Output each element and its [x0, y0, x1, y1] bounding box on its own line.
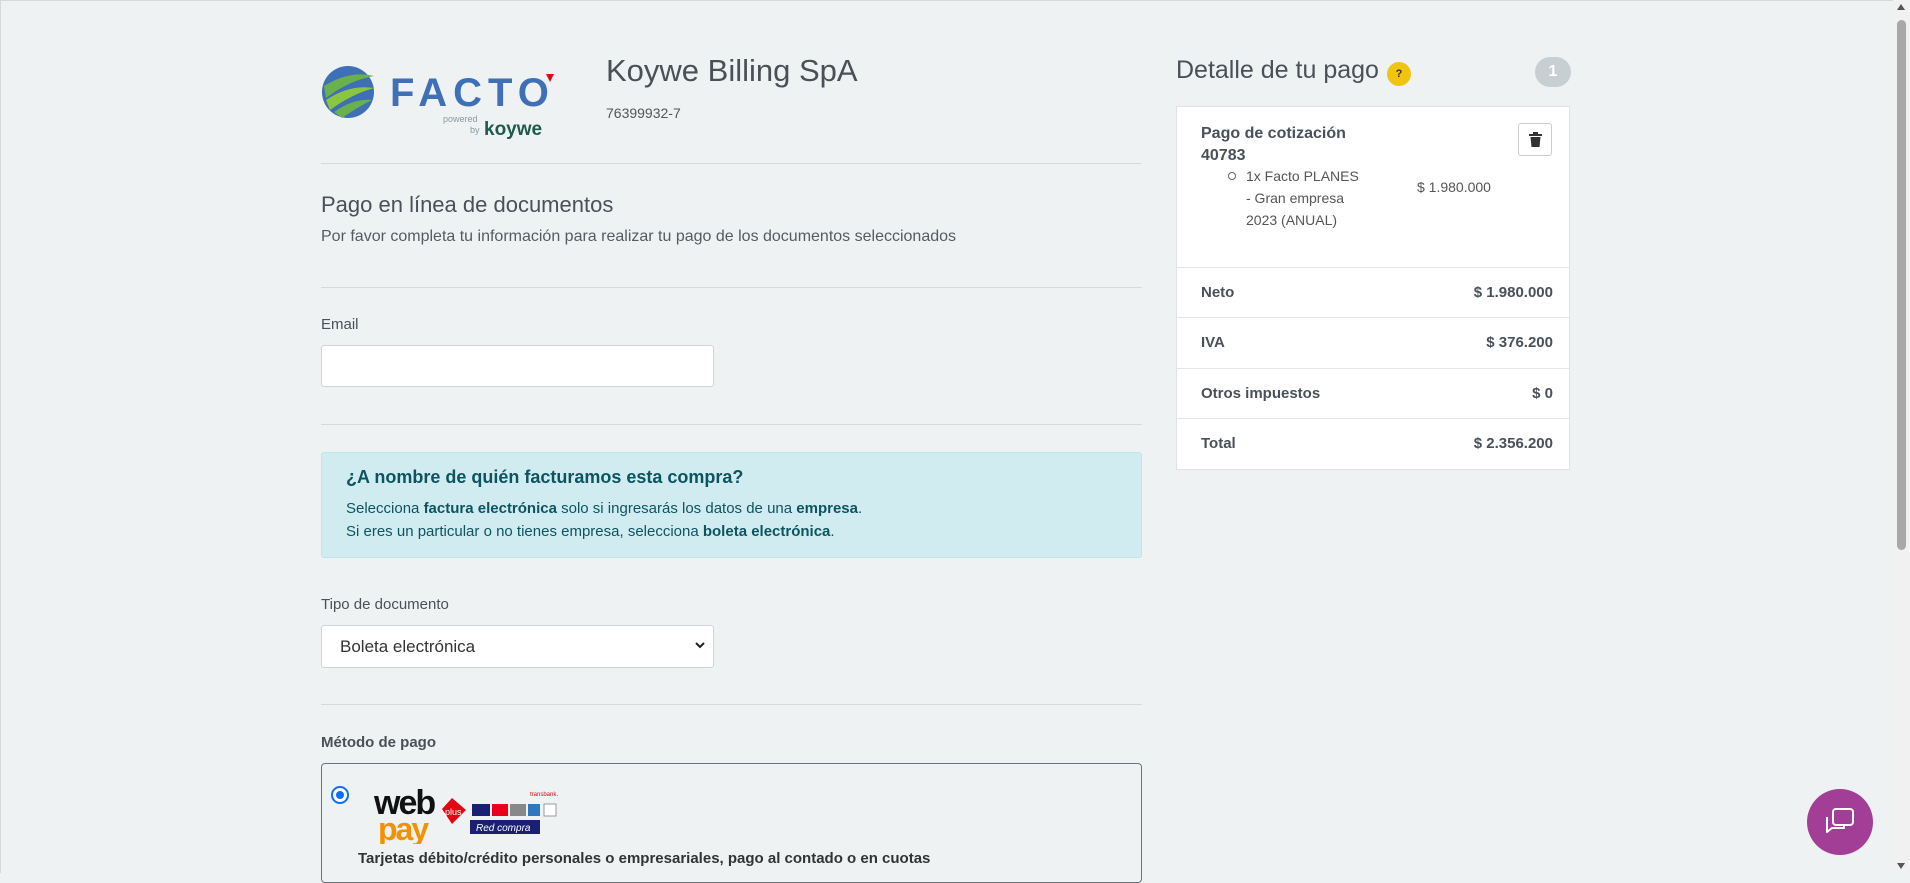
- email-input[interactable]: [321, 345, 714, 387]
- webpay-pay: pay: [378, 811, 429, 844]
- alert-line-2: Si eres un particular o no tienes empres…: [346, 523, 835, 540]
- webpay-redcompra: Red compra: [476, 823, 531, 834]
- summary-value: $ 376.200: [1486, 334, 1553, 351]
- bullet-icon: [1228, 172, 1236, 180]
- summary-value: $ 1.980.000: [1473, 284, 1553, 301]
- billing-info-alert: ¿A nombre de quién facturamos esta compr…: [321, 452, 1142, 558]
- webpay-radio[interactable]: [331, 786, 349, 804]
- payment-detail-card: Pago de cotización 40783 1x Facto PLANES…: [1176, 106, 1570, 470]
- summary-value: $ 0: [1532, 385, 1553, 402]
- item-count-badge: 1: [1535, 57, 1571, 87]
- divider: [321, 424, 1142, 425]
- item-description: 1x Facto PLANES - Gran empresa 2023 (ANU…: [1246, 168, 1359, 228]
- facto-logo: FACTO powered by koywe: [320, 60, 560, 140]
- item-amount: $ 1.980.000: [1417, 179, 1491, 195]
- chat-button[interactable]: [1807, 789, 1873, 855]
- payment-option-webpay[interactable]: web pay plus transbank. Red compra Tarje…: [321, 763, 1142, 883]
- summary-row-neto: Neto $ 1.980.000: [1177, 267, 1569, 318]
- delete-item-button[interactable]: [1518, 123, 1552, 156]
- divider: [321, 163, 1142, 164]
- scroll-up-icon[interactable]: [1897, 4, 1905, 10]
- summary-row-otros: Otros impuestos $ 0: [1177, 368, 1569, 419]
- document-type-label: Tipo de documento: [321, 596, 449, 613]
- help-icon[interactable]: ?: [1387, 62, 1411, 86]
- scroll-down-icon[interactable]: [1897, 863, 1905, 869]
- summary-key: IVA: [1201, 334, 1225, 351]
- logo-text: FACTO: [390, 71, 555, 115]
- divider: [321, 287, 1142, 288]
- logo-by: by: [470, 125, 480, 135]
- summary-row-total: Total $ 2.356.200: [1177, 418, 1569, 469]
- alert-title: ¿A nombre de quién facturamos esta compr…: [346, 467, 744, 487]
- facto-logo-icon: FACTO powered by koywe: [322, 66, 555, 140]
- logo-brand: koywe: [484, 119, 542, 140]
- document-type-value: Boleta electrónica: [340, 637, 476, 656]
- page-scrollbar[interactable]: [1893, 0, 1910, 873]
- payment-method-label: Método de pago: [321, 734, 436, 751]
- webpay-plus: plus: [445, 807, 462, 817]
- logo-powered: powered: [443, 114, 478, 124]
- webpay-transbank: transbank.: [530, 792, 558, 798]
- payment-detail-title: Detalle de tu pago: [1176, 56, 1379, 84]
- webpay-logo-icon: web pay plus transbank. Red compra: [373, 784, 558, 844]
- scroll-thumb[interactable]: [1897, 20, 1906, 550]
- company-name: Koywe Billing SpA: [606, 53, 858, 88]
- page-subtitle: Por favor completa tu información para r…: [321, 228, 957, 245]
- alert-line-1: Selecciona factura electrónica solo si i…: [346, 500, 863, 517]
- chat-icon: [1826, 808, 1854, 833]
- item-title: Pago de cotización 40783: [1201, 125, 1346, 164]
- summary-key: Otros impuestos: [1201, 385, 1321, 402]
- page-frame: [0, 0, 1893, 873]
- trash-icon: [1529, 132, 1542, 147]
- email-label: Email: [321, 316, 359, 333]
- summary-value: $ 2.356.200: [1473, 435, 1553, 452]
- divider: [321, 704, 1142, 705]
- summary-key: Neto: [1201, 284, 1235, 301]
- company-rut: 76399932-7: [606, 105, 681, 121]
- document-type-select[interactable]: Boleta electrónica: [321, 625, 714, 668]
- summary-row-iva: IVA $ 376.200: [1177, 317, 1569, 368]
- summary-key: Total: [1201, 435, 1236, 452]
- chevron-down-icon: [695, 642, 705, 649]
- page-title: Pago en línea de documentos: [321, 192, 614, 217]
- webpay-description: Tarjetas débito/crédito personales o emp…: [358, 850, 931, 867]
